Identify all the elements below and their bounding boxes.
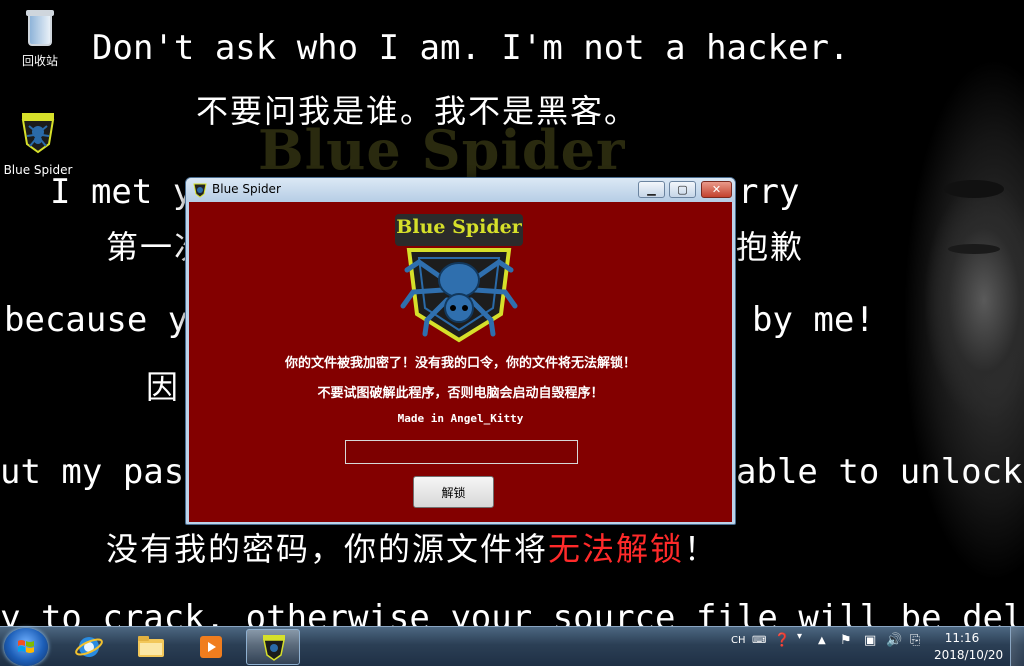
tray-clock[interactable]: 11:16 2018/10/20 (934, 630, 1004, 664)
close-button[interactable]: ✕ (701, 181, 732, 198)
dialog-title: Blue Spider (212, 182, 281, 196)
clock-date: 2018/10/20 (934, 648, 1004, 662)
ransom-line-3b: rry (738, 172, 800, 212)
desktop-icon-label: Blue Spider (3, 163, 73, 177)
internet-explorer-icon (75, 637, 103, 657)
action-center-flag-icon[interactable]: ⚑ (840, 633, 852, 648)
recycle-bin-icon (24, 8, 56, 48)
desktop-icon-blue-spider[interactable]: Blue Spider (0, 110, 76, 177)
taskbar: CH ⌨ ❓ ▾ ▲ ⚑ ▣ 🔊 ⎘ 11:16 2018/10/20 (0, 626, 1024, 666)
close-icon: ✕ (711, 183, 722, 196)
media-player-icon (200, 636, 222, 658)
ransom-dialog: Blue Spider ▁ ▢ ✕ Blue Spider 你的文件被我加密了！… (185, 177, 736, 525)
ransom-line-9: y to crack, otherwise your source file w… (0, 598, 1024, 626)
logo-text: Blue Spider (396, 216, 522, 238)
ransom-line-8-end: ！ (684, 530, 719, 568)
windows-logo-icon (18, 640, 34, 653)
clock-time: 11:16 (944, 631, 980, 645)
ime-options-icon[interactable]: ▾ (797, 631, 802, 642)
taskbar-app-blue-spider[interactable] (246, 629, 300, 665)
ransom-line-5b: by me! (752, 300, 875, 340)
minimize-button[interactable]: ▁ (638, 181, 665, 198)
minimize-icon: ▁ (647, 183, 656, 196)
blue-spider-icon (263, 635, 285, 661)
keyboard-icon[interactable]: ⌨ (752, 635, 766, 646)
folder-icon (138, 636, 164, 657)
desktop-icon-label: 回收站 (21, 54, 58, 68)
dialog-body: Blue Spider 你的文件被我加密了！没有我的口令，你的文件将无法解锁！ … (189, 202, 732, 522)
ransom-line-4b: 抱歉 (736, 228, 805, 266)
ransom-line-8: 没有我的密码，你的源文件将无法解锁！ (106, 524, 718, 570)
volume-icon[interactable]: 🔊 (886, 633, 902, 648)
maximize-icon: ▢ (677, 183, 688, 196)
blue-spider-icon (21, 113, 55, 154)
wallpaper-face (874, 0, 1024, 626)
network-icon[interactable]: ▣ (864, 633, 876, 648)
safely-remove-icon[interactable]: ⎘ (910, 633, 920, 648)
ransom-message-2: 不要试图破解此程序，否则电脑会启动自毁程序！ (317, 386, 604, 401)
maximize-button[interactable]: ▢ (669, 181, 696, 198)
taskbar-app-explorer[interactable] (124, 629, 178, 665)
show-desktop-button[interactable] (1010, 627, 1024, 666)
help-icon[interactable]: ❓ (774, 633, 790, 648)
ransom-line-6: 因 (146, 368, 181, 406)
taskbar-app-ie[interactable] (62, 629, 116, 665)
ransom-line-1: Don't ask who I am. I'm not a hacker. (92, 28, 850, 68)
unlock-button[interactable]: 解锁 (413, 476, 494, 508)
start-button[interactable] (4, 628, 48, 666)
credit-text: Made in Angel_Kitty (397, 412, 524, 425)
language-indicator[interactable]: CH (731, 635, 746, 646)
ransom-message-1: 你的文件被我加密了！没有我的口令，你的文件将无法解锁！ (284, 356, 636, 371)
taskbar-app-media[interactable] (184, 629, 238, 665)
desktop-icon-recycle-bin[interactable]: 回收站 (2, 8, 78, 69)
ransom-line-8-text: 没有我的密码，你的源文件将 (106, 530, 549, 568)
app-spider-icon (193, 183, 207, 198)
show-hidden-icons-icon[interactable]: ▲ (818, 635, 826, 646)
password-input[interactable] (345, 440, 578, 464)
ransom-line-8-highlight: 无法解锁 (548, 530, 685, 568)
dialog-titlebar[interactable]: Blue Spider ▁ ▢ ✕ (186, 178, 735, 202)
ransom-line-2: 不要问我是谁。我不是黑客。 (196, 92, 639, 130)
ransom-line-7b: able to unlock! (736, 452, 1024, 492)
